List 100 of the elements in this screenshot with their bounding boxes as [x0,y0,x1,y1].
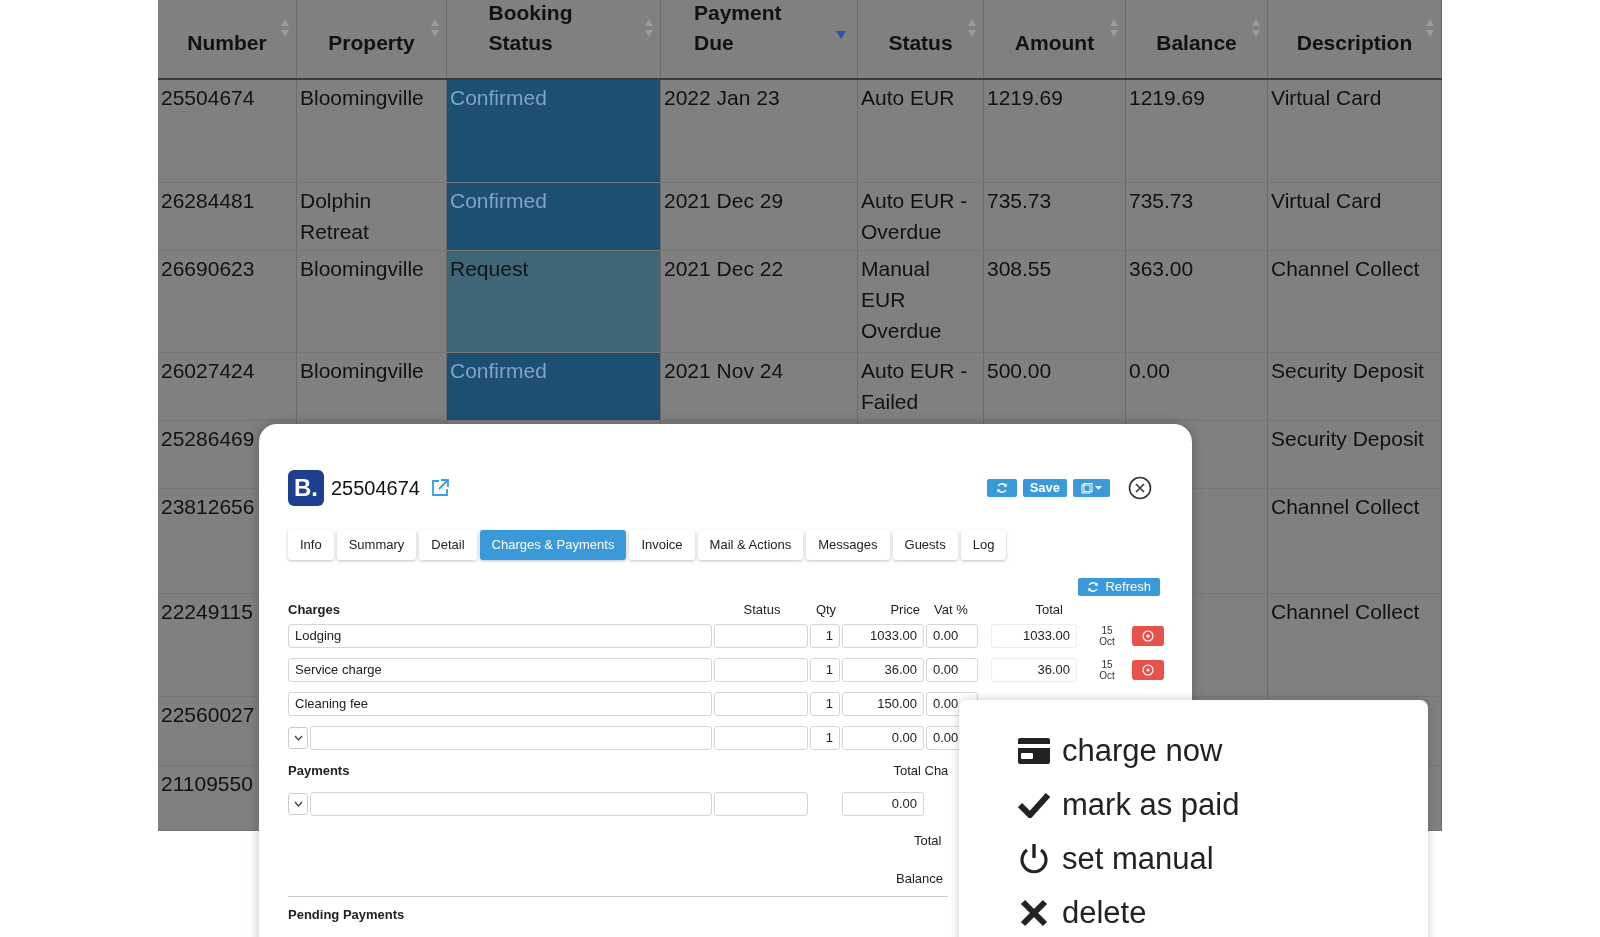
reload-button[interactable] [986,479,1017,497]
delete-button[interactable] [1132,660,1164,680]
table-cell: 2021 Dec 29 [661,183,858,250]
description-field[interactable] [310,726,712,750]
column-header[interactable]: Balance [1126,0,1268,78]
sort-icon[interactable] [967,18,977,38]
tab[interactable]: Messages [806,530,890,560]
menu-item[interactable]: delete [1018,886,1428,937]
tab[interactable]: Summary [336,530,417,560]
status-field[interactable] [714,658,808,682]
dropdown-button[interactable] [288,727,308,749]
total-label: Total [914,832,942,850]
table-cell: 1219.69 [984,80,1126,182]
qty-field[interactable]: 1 [810,624,840,648]
sort-icon[interactable] [430,18,440,38]
credit-card-icon [1018,738,1050,764]
delete-button[interactable] [1132,626,1164,646]
dropdown-button[interactable] [288,793,308,815]
caret-icon [1095,486,1102,490]
tab[interactable]: Invoice [629,530,695,560]
logo: B. [288,470,324,506]
table-cell: 363.00 [1126,251,1268,352]
vat-field[interactable]: 0.00 [926,658,978,682]
payment-status-field[interactable] [714,792,808,816]
table-cell: Security Deposit [1268,353,1442,420]
cross-icon [1020,899,1048,927]
tab[interactable]: Info [288,530,334,560]
table-cell: 2022 Jan 23 [661,80,858,182]
tab[interactable]: Guests [892,530,958,560]
table-cell: Manual EUR Overdue [858,251,984,352]
payment-description-field[interactable] [310,792,712,816]
booking-number: 25504674 [331,476,420,501]
table-cell: Auto EUR [858,80,984,182]
status-cell: Confirmed [447,80,661,182]
table-cell: 1219.69 [1126,80,1268,182]
close-icon[interactable] [1128,476,1152,500]
refresh-icon [995,482,1008,494]
table-cell: 500.00 [984,353,1126,420]
status-field[interactable] [714,624,808,648]
power-icon [1018,843,1050,875]
table-cell: Auto EUR - Failed [858,353,984,420]
menu-item[interactable]: set manual [1018,832,1428,886]
total-charges-label: Total Cha [893,762,949,781]
table-cell: Channel Collect [1268,251,1442,352]
status-field[interactable] [714,692,808,716]
table-cell: Auto EUR - Overdue [858,183,984,250]
qty-field[interactable]: 1 [810,658,840,682]
sort-icon[interactable] [1109,18,1119,38]
tab[interactable]: Detail [419,530,477,560]
qty-field[interactable]: 1 [810,726,840,750]
tab[interactable]: Log [960,530,1007,560]
status-cell: Request [447,251,661,352]
charge-date: 15 Oct [1098,659,1116,681]
table-cell: 0.00 [1126,353,1268,420]
description-field[interactable]: Lodging [288,624,712,648]
refresh-icon [1087,581,1100,593]
description-field[interactable]: Cleaning fee [288,692,712,716]
copy-icon [1081,482,1093,494]
chevron-down-icon [293,801,303,807]
table-cell: Channel Collect [1268,594,1442,696]
table-cell: 25504674 [158,80,297,182]
sort-descending-icon[interactable] [835,30,847,40]
sort-icon[interactable] [280,18,290,38]
price-field[interactable]: 150.00 [842,692,924,716]
price-field[interactable]: 36.00 [842,658,924,682]
sort-icon[interactable] [644,18,654,38]
menu-item[interactable]: charge now [1018,724,1428,778]
column-header[interactable]: Payment Due [661,0,858,78]
qty-field[interactable]: 1 [810,692,840,716]
tab[interactable]: Mail & Actions [697,530,804,560]
payment-amount-field[interactable]: 0.00 [842,792,924,816]
balance-label: Balance [896,869,943,888]
charge-date: 15 Oct [1098,625,1116,647]
vat-field[interactable]: 0.00 [926,624,978,648]
status-cell: Confirmed [447,183,661,250]
table-cell: Virtual Card [1268,183,1442,250]
external-link-icon[interactable] [430,478,450,498]
chevron-down-icon [293,735,303,741]
column-header[interactable]: Amount [984,0,1126,78]
sort-icon[interactable] [1251,18,1261,38]
column-header[interactable]: Booking Status [447,0,661,78]
column-header[interactable]: Status [858,0,984,78]
price-field[interactable]: 0.00 [842,726,924,750]
copy-dropdown-button[interactable] [1073,479,1110,497]
table-cell: Virtual Card [1268,80,1442,182]
menu-item[interactable]: mark as paid [1018,778,1428,832]
price-field[interactable]: 1033.00 [842,624,924,648]
description-field[interactable]: Service charge [288,658,712,682]
table-cell: 2021 Dec 22 [661,251,858,352]
status-field[interactable] [714,726,808,750]
table-cell: 26027424 [158,353,297,420]
column-header[interactable]: Description [1268,0,1442,78]
column-header[interactable]: Property [297,0,447,78]
table-cell: 26284481 [158,183,297,250]
checkmark-icon [1018,792,1050,818]
table-cell: 735.73 [1126,183,1268,250]
column-header[interactable]: Number [158,0,297,78]
column-header: Vat % [933,600,969,619]
sort-icon[interactable] [1425,18,1435,38]
column-header: Status [742,600,782,619]
